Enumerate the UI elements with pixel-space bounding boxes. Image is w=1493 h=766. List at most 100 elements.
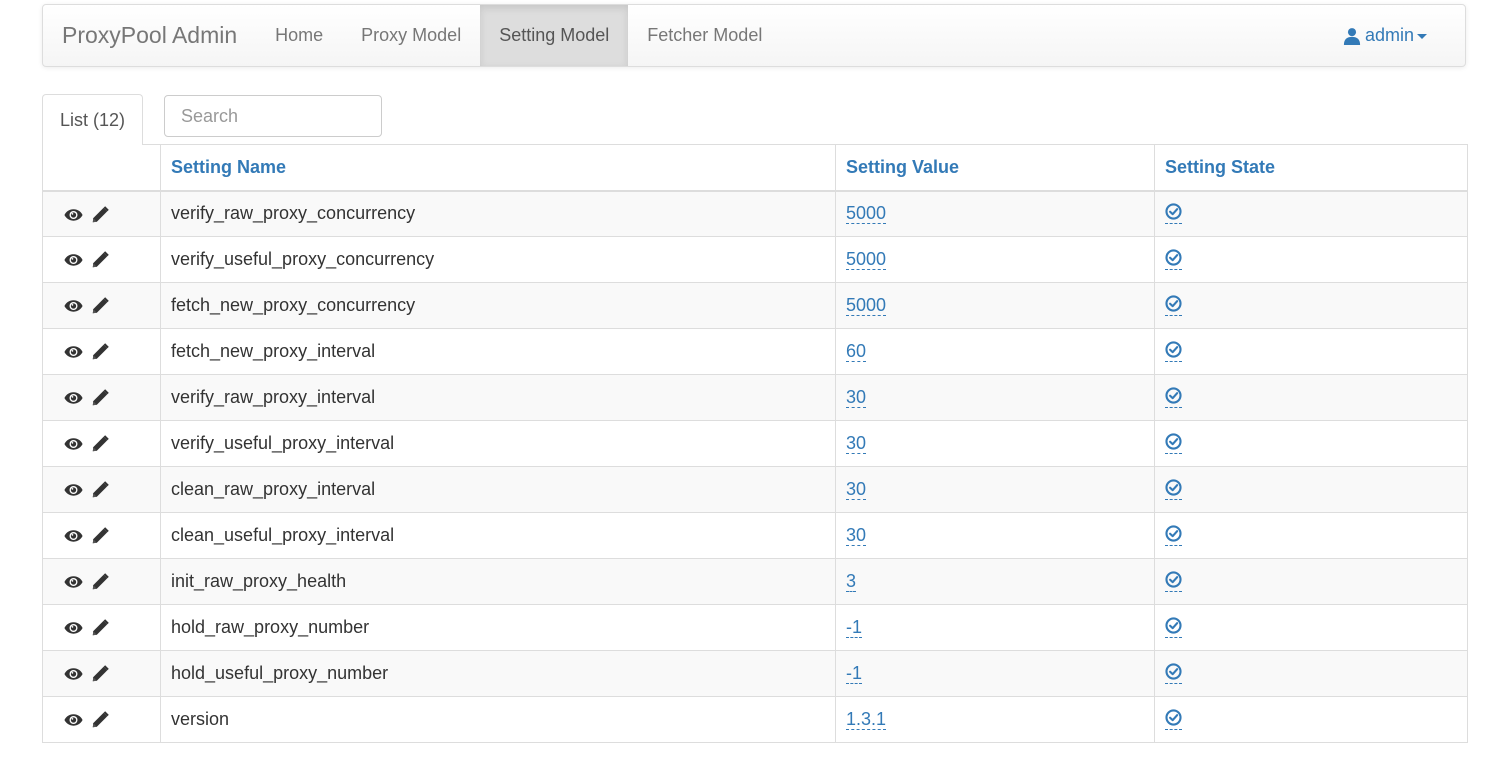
setting-value-editable[interactable]: 30 — [846, 387, 867, 408]
setting-value-editable[interactable]: 3 — [846, 571, 857, 592]
caret-down-icon — [1417, 34, 1427, 39]
table-row: fetch_new_proxy_concurrency 5000 — [42, 282, 1468, 329]
row-actions — [42, 282, 161, 329]
user-icon — [1343, 27, 1361, 45]
eye-icon[interactable] — [64, 483, 83, 497]
check-circle-icon[interactable] — [1165, 386, 1182, 408]
setting-value-cell: -1 — [835, 604, 1155, 651]
check-circle-icon[interactable] — [1165, 340, 1182, 362]
table-row: verify_useful_proxy_concurrency 5000 — [42, 236, 1468, 283]
header-setting-value[interactable]: Setting Value — [835, 144, 1155, 192]
eye-icon[interactable] — [64, 299, 83, 313]
pencil-icon[interactable] — [91, 573, 109, 591]
row-actions — [42, 190, 161, 237]
row-actions — [42, 420, 161, 467]
setting-name-cell: verify_raw_proxy_interval — [160, 374, 836, 421]
eye-icon[interactable] — [64, 575, 83, 589]
check-circle-icon[interactable] — [1165, 294, 1182, 316]
brand-link[interactable]: ProxyPool Admin — [43, 5, 256, 66]
nav-proxy-model[interactable]: Proxy Model — [342, 5, 480, 66]
check-circle-icon[interactable] — [1165, 203, 1182, 224]
eye-icon[interactable] — [64, 345, 83, 359]
check-circle-icon[interactable] — [1165, 478, 1182, 500]
setting-value-cell: 30 — [835, 466, 1155, 513]
pencil-icon[interactable] — [91, 619, 109, 637]
setting-value-editable[interactable]: 30 — [846, 479, 867, 500]
eye-icon[interactable] — [64, 437, 83, 451]
eye-icon[interactable] — [64, 529, 83, 543]
setting-name: verify_useful_proxy_concurrency — [171, 249, 435, 269]
setting-state-cell — [1154, 420, 1468, 467]
settings-table: Setting Name Setting Value Setting State — [42, 144, 1468, 743]
setting-value-editable[interactable]: 60 — [846, 341, 867, 362]
setting-value-editable[interactable]: 5000 — [846, 249, 887, 270]
pencil-icon[interactable] — [91, 343, 109, 361]
check-circle-icon[interactable] — [1165, 616, 1182, 638]
setting-value-cell: -1 — [835, 650, 1155, 697]
nav-setting-model[interactable]: Setting Model — [480, 5, 629, 66]
check-circle-icon[interactable] — [1165, 662, 1182, 684]
setting-name-cell: hold_raw_proxy_number — [160, 604, 836, 651]
header-setting-name[interactable]: Setting Name — [160, 144, 836, 192]
setting-state-cell — [1154, 604, 1468, 651]
setting-name: version — [171, 709, 230, 729]
setting-value-cell: 3 — [835, 558, 1155, 605]
table-row: version 1.3.1 — [42, 696, 1468, 743]
header-setting-state[interactable]: Setting State — [1154, 144, 1468, 192]
setting-state-cell — [1154, 236, 1468, 283]
check-circle-icon[interactable] — [1165, 432, 1182, 454]
table-row: clean_raw_proxy_interval 30 — [42, 466, 1468, 513]
setting-value-editable[interactable]: 30 — [846, 525, 867, 546]
pencil-icon[interactable] — [91, 665, 109, 683]
eye-icon[interactable] — [64, 713, 83, 727]
pencil-icon[interactable] — [91, 481, 109, 499]
setting-state-cell — [1154, 328, 1468, 375]
setting-value-cell: 30 — [835, 374, 1155, 421]
pencil-icon[interactable] — [91, 435, 109, 453]
setting-state-cell — [1154, 190, 1468, 237]
setting-name: init_raw_proxy_health — [171, 571, 347, 591]
setting-state-cell — [1154, 512, 1468, 559]
search-input[interactable] — [164, 95, 382, 137]
pencil-icon[interactable] — [91, 389, 109, 407]
eye-icon[interactable] — [64, 667, 83, 681]
setting-name-cell: fetch_new_proxy_interval — [160, 328, 836, 375]
check-circle-icon[interactable] — [1165, 708, 1182, 730]
check-circle-icon[interactable] — [1165, 524, 1182, 546]
row-actions — [42, 696, 161, 743]
setting-state-cell — [1154, 374, 1468, 421]
setting-value-cell: 5000 — [835, 282, 1155, 329]
check-circle-icon[interactable] — [1165, 570, 1182, 592]
eye-icon[interactable] — [64, 253, 83, 267]
table-header-row: Setting Name Setting Value Setting State — [42, 144, 1468, 192]
setting-value-editable[interactable]: -1 — [846, 663, 863, 684]
setting-value-editable[interactable]: 5000 — [846, 295, 887, 316]
pencil-icon[interactable] — [91, 527, 109, 545]
setting-name: verify_useful_proxy_interval — [171, 433, 395, 453]
tab-list[interactable]: List (12) — [42, 94, 143, 145]
pencil-icon[interactable] — [91, 711, 109, 729]
table-row: clean_useful_proxy_interval 30 — [42, 512, 1468, 559]
setting-value-editable[interactable]: -1 — [846, 617, 863, 638]
pencil-icon[interactable] — [91, 205, 109, 224]
nav-fetcher-model[interactable]: Fetcher Model — [628, 5, 781, 66]
eye-icon[interactable] — [64, 391, 83, 405]
setting-state-cell — [1154, 650, 1468, 697]
pencil-icon[interactable] — [91, 297, 109, 315]
user-name: admin — [1364, 25, 1414, 45]
check-circle-icon[interactable] — [1165, 248, 1182, 270]
row-actions — [42, 650, 161, 697]
table-row: init_raw_proxy_health 3 — [42, 558, 1468, 605]
nav-home[interactable]: Home — [256, 5, 342, 66]
setting-name: verify_raw_proxy_interval — [171, 387, 376, 407]
setting-value-cell: 5000 — [835, 236, 1155, 283]
eye-icon[interactable] — [64, 208, 83, 222]
setting-value-editable[interactable]: 1.3.1 — [846, 709, 887, 730]
user-menu-dropdown[interactable]: admin — [1343, 5, 1465, 66]
pencil-icon[interactable] — [91, 251, 109, 269]
eye-icon[interactable] — [64, 621, 83, 635]
setting-value-editable[interactable]: 5000 — [846, 203, 887, 225]
setting-value-editable[interactable]: 30 — [846, 433, 867, 454]
setting-name-cell: hold_useful_proxy_number — [160, 650, 836, 697]
